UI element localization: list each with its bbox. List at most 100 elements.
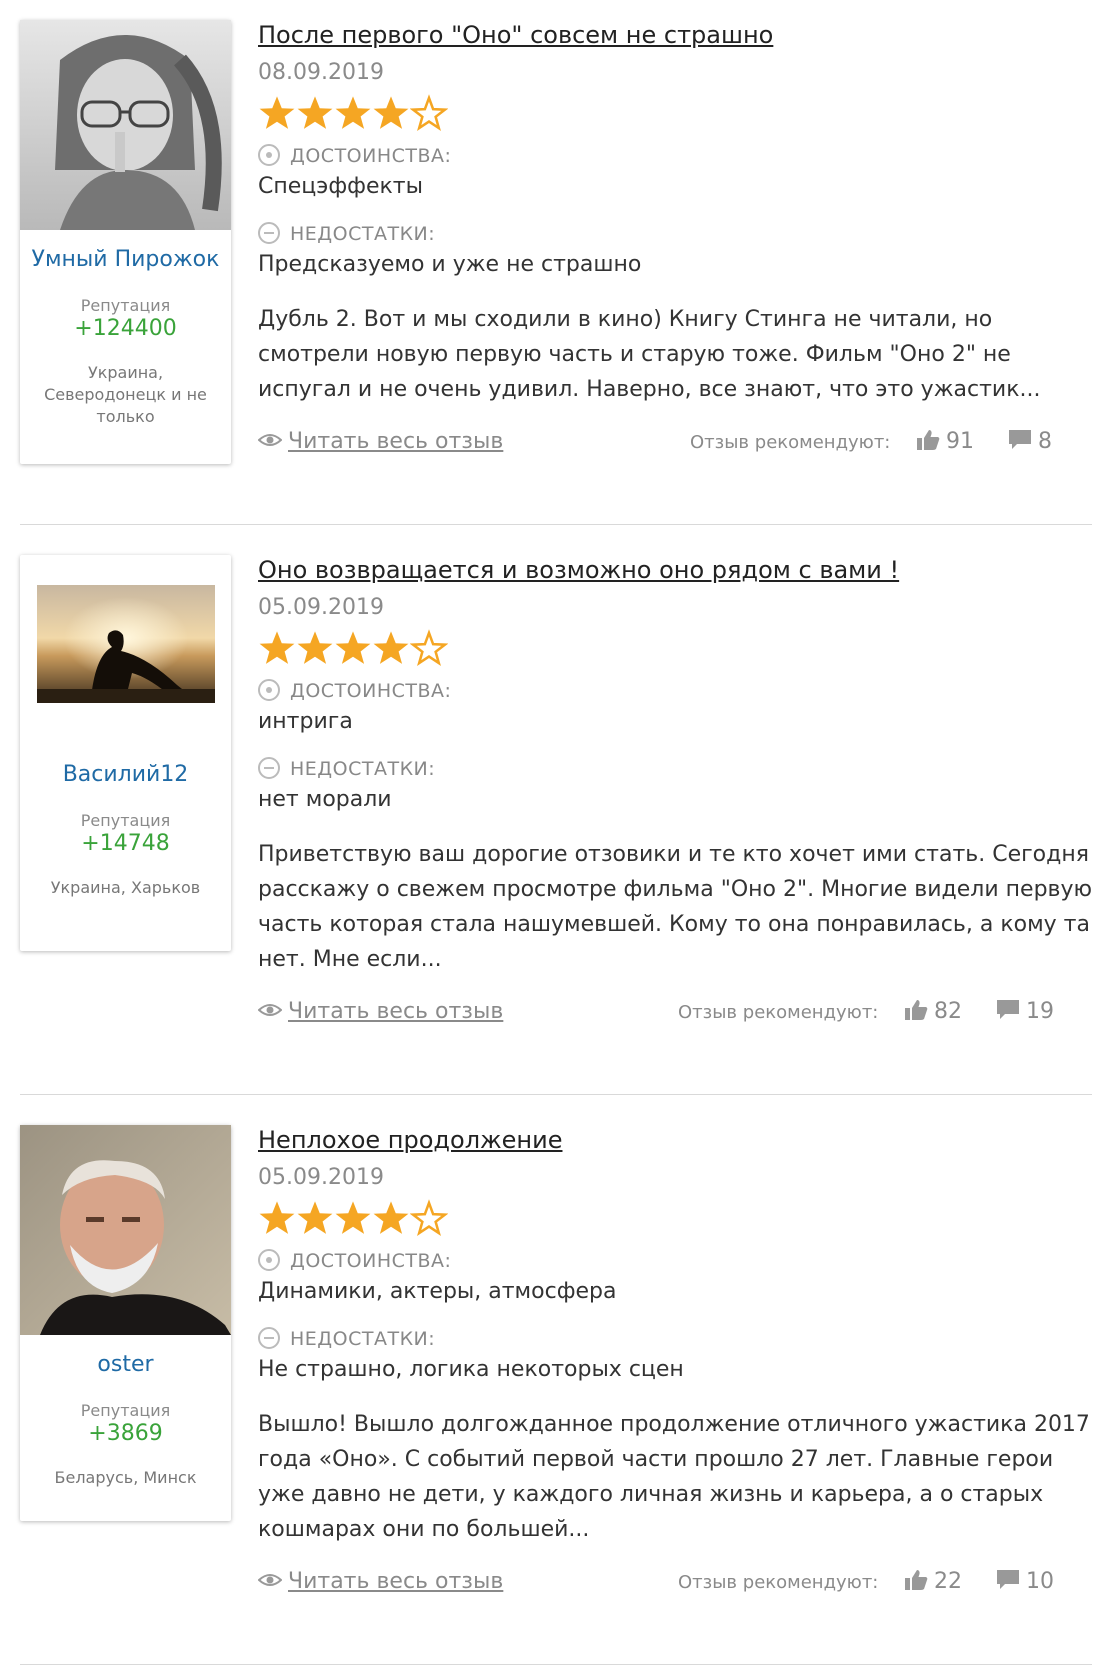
comments-value: 10 <box>1026 1569 1054 1594</box>
read-more-text[interactable]: Читать весь отзыв <box>288 429 503 454</box>
review-content: Неплохое продолжение 05.09.2019 ДОСТОИНС… <box>258 1125 1098 1599</box>
eye-icon <box>258 1574 282 1586</box>
comment-icon <box>997 1000 1019 1019</box>
comments-value: 8 <box>1038 429 1052 454</box>
likes-count[interactable]: 91 <box>916 429 974 454</box>
review-date: 05.09.2019 <box>258 595 384 620</box>
star-filled-icon <box>259 96 295 129</box>
review-date: 05.09.2019 <box>258 1165 384 1190</box>
cons-text: нет морали <box>258 787 392 812</box>
plus-circle-icon <box>258 143 280 166</box>
comment-icon <box>997 1570 1019 1589</box>
author-name[interactable]: oster <box>30 1351 221 1379</box>
likes-count[interactable]: 82 <box>904 999 962 1024</box>
comments-count[interactable]: 8 <box>1008 429 1052 454</box>
author-card: Умный Пирожок Репутация +124400 Украина,… <box>20 20 231 464</box>
read-more-text[interactable]: Читать весь отзыв <box>288 999 503 1024</box>
recommend-label: Отзыв рекомендуют: <box>690 432 891 453</box>
recommend-label: Отзыв рекомендуют: <box>678 1572 879 1593</box>
read-more-link[interactable]: Читать весь отзыв <box>258 999 503 1024</box>
star-filled-icon <box>297 631 333 664</box>
divider <box>20 524 1092 525</box>
review-content: После первого "Оно" совсем не страшно 08… <box>258 20 1098 459</box>
likes-value: 82 <box>934 999 962 1024</box>
avatar[interactable] <box>20 20 231 230</box>
star-filled-icon <box>335 96 371 129</box>
cons-label: НЕДОСТАТКИ: <box>258 1325 1098 1353</box>
reputation-value: +3869 <box>88 1421 163 1446</box>
author-location: Украина, Харьков <box>50 878 201 897</box>
star-filled-icon <box>259 631 295 664</box>
review-excerpt: Вышло! Вышло долгожданное продолжение от… <box>258 1412 1090 1542</box>
cons-label-text: НЕДОСТАТКИ: <box>290 223 436 245</box>
review-excerpt: Дубль 2. Вот и мы сходили в кино) Книгу … <box>258 307 1041 402</box>
comments-count[interactable]: 10 <box>996 1569 1054 1594</box>
review-excerpt: Приветствую ваш дорогие отзовики и те кт… <box>258 842 1093 972</box>
star-filled-icon <box>373 631 409 664</box>
thumbs-up-icon <box>905 1570 928 1590</box>
thumbs-up-icon <box>917 430 940 450</box>
pros-label-text: ДОСТОИНСТВА: <box>290 680 452 702</box>
star-rating <box>258 94 1098 132</box>
review-title[interactable]: После первого "Оно" совсем не страшно <box>258 20 1098 50</box>
pros-label-text: ДОСТОИНСТВА: <box>290 1250 452 1272</box>
read-more-link[interactable]: Читать весь отзыв <box>258 1569 503 1594</box>
comments-value: 19 <box>1026 999 1054 1024</box>
pros-label: ДОСТОИНСТВА: <box>258 1247 1098 1275</box>
minus-circle-icon <box>258 1326 280 1349</box>
read-more-link[interactable]: Читать весь отзыв <box>258 429 503 454</box>
star-rating <box>258 629 1098 667</box>
star-filled-icon <box>335 631 371 664</box>
star-filled-icon <box>373 1201 409 1234</box>
star-empty-icon <box>410 1199 448 1236</box>
minus-circle-icon <box>258 221 280 244</box>
review-footer: Читать весь отзыв Отзыв рекомендуют: 91 … <box>258 429 1098 459</box>
pros-text: Динамики, актеры, атмосфера <box>258 1279 617 1304</box>
eye-icon <box>258 1004 282 1016</box>
review-footer: Читать весь отзыв Отзыв рекомендуют: 82 … <box>258 999 1098 1029</box>
reputation-value: +14748 <box>81 831 170 856</box>
avatar[interactable] <box>36 585 215 703</box>
cons-text: Не страшно, логика некоторых сцен <box>258 1357 684 1382</box>
minus-circle-icon <box>258 756 280 779</box>
star-filled-icon <box>373 96 409 129</box>
star-rating <box>258 1199 1098 1237</box>
star-filled-icon <box>335 1201 371 1234</box>
author-card: oster Репутация +3869 Беларусь, Минск <box>20 1125 231 1521</box>
read-more-text[interactable]: Читать весь отзыв <box>288 1569 503 1594</box>
cons-text: Предсказуемо и уже не страшно <box>258 252 642 277</box>
avatar[interactable] <box>20 1125 231 1335</box>
cons-label-text: НЕДОСТАТКИ: <box>290 758 436 780</box>
divider <box>20 1094 1092 1095</box>
review-title[interactable]: Неплохое продолжение <box>258 1125 1098 1155</box>
likes-count[interactable]: 22 <box>904 1569 962 1594</box>
pros-label-text: ДОСТОИНСТВА: <box>290 145 452 167</box>
pros-text: Спецэффекты <box>258 174 423 199</box>
pros-label: ДОСТОИНСТВА: <box>258 142 1098 170</box>
star-filled-icon <box>259 1201 295 1234</box>
cons-label-text: НЕДОСТАТКИ: <box>290 1328 436 1350</box>
review-content: Оно возвращается и возможно оно рядом с … <box>258 555 1098 1029</box>
reputation-label: Репутация <box>80 296 171 315</box>
author-name[interactable]: Умный Пирожок <box>30 246 221 274</box>
star-empty-icon <box>410 94 448 131</box>
reputation-label: Репутация <box>80 811 171 830</box>
eye-icon <box>258 434 282 446</box>
divider <box>20 1664 1092 1665</box>
reputation-label: Репутация <box>80 1401 171 1420</box>
likes-value: 22 <box>934 1569 962 1594</box>
plus-circle-icon <box>258 678 280 701</box>
recommend-label: Отзыв рекомендуют: <box>678 1002 879 1023</box>
plus-circle-icon <box>258 1248 280 1271</box>
review-title[interactable]: Оно возвращается и возможно оно рядом с … <box>258 555 1098 585</box>
likes-value: 91 <box>946 429 974 454</box>
review-footer: Читать весь отзыв Отзыв рекомендуют: 22 … <box>258 1569 1098 1599</box>
star-filled-icon <box>297 1201 333 1234</box>
cons-label: НЕДОСТАТКИ: <box>258 220 1098 248</box>
star-empty-icon <box>410 629 448 666</box>
author-location: Украина, Северодонецк и не только <box>44 363 207 426</box>
reputation-value: +124400 <box>74 316 177 341</box>
author-name[interactable]: Василий12 <box>30 761 221 789</box>
author-card: Василий12 Репутация +14748 Украина, Харь… <box>20 555 231 951</box>
comments-count[interactable]: 19 <box>996 999 1054 1024</box>
